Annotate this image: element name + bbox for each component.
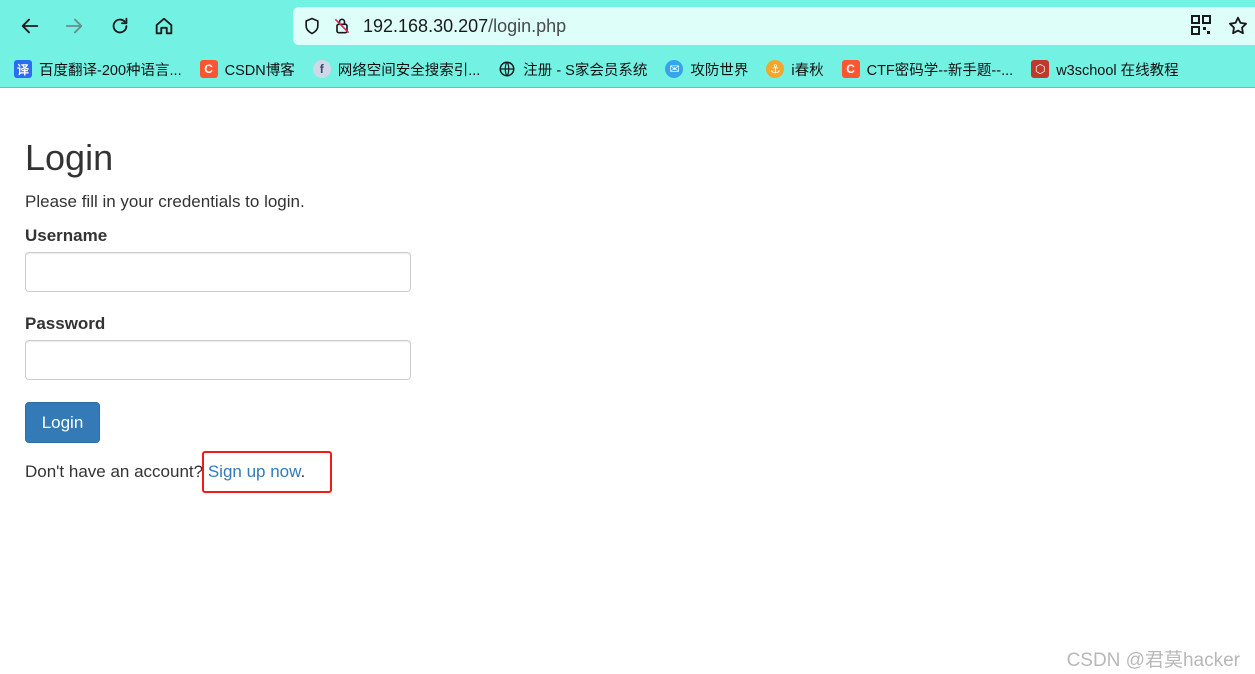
bookmark-item[interactable]: C CTF密码学--新手题--... xyxy=(841,59,1014,80)
bookmark-label: CTF密码学--新手题--... xyxy=(866,62,1014,79)
bookmark-label: 网络空间安全搜索引... xyxy=(337,62,481,79)
home-icon xyxy=(155,17,173,35)
red-highlight-box xyxy=(202,451,332,493)
w3school-icon: ⬡ xyxy=(1031,60,1050,78)
ichunqiu-icon: ⚓ xyxy=(766,60,785,78)
reload-icon xyxy=(112,17,128,34)
bookmark-label: 百度翻译-200种语言... xyxy=(39,62,182,79)
address-bar[interactable]: 192.168.30.207/login.php xyxy=(293,7,1255,45)
csdn-icon: C xyxy=(199,60,218,78)
forward-button[interactable] xyxy=(56,8,92,44)
username-label: Username xyxy=(25,226,108,245)
watermark: CSDN @君莫hacker xyxy=(1066,650,1240,671)
username-input[interactable] xyxy=(25,252,411,292)
fofa-icon: f xyxy=(312,60,331,78)
login-button[interactable]: Login xyxy=(25,402,100,443)
bookmark-item[interactable]: C CSDN博客 xyxy=(199,59,295,80)
qr-code-icon[interactable] xyxy=(1191,15,1211,42)
bookmark-item[interactable]: 注册 - S家会员系统 xyxy=(498,59,647,80)
page-subtitle: Please fill in your credentials to login… xyxy=(25,192,305,211)
url-text[interactable]: 192.168.30.207/login.php xyxy=(363,16,566,37)
csdn-icon: C xyxy=(841,60,860,78)
back-button[interactable] xyxy=(12,8,48,44)
baidu-translate-icon: 译 xyxy=(14,60,32,78)
arrow-right-icon xyxy=(65,18,83,34)
signup-prompt-text: Don't have an account? xyxy=(25,462,208,481)
bookmark-item[interactable]: 译百度翻译-200种语言... xyxy=(14,59,182,80)
home-button[interactable] xyxy=(146,8,182,44)
bookmark-item[interactable]: ⬡ w3school 在线教程 xyxy=(1031,59,1179,80)
url-host: 192.168.30.207 xyxy=(363,15,489,36)
bookmark-item[interactable]: ⚓ i春秋 xyxy=(766,59,824,80)
shield-icon[interactable] xyxy=(301,15,323,37)
bookmark-label: i春秋 xyxy=(791,62,824,79)
bookmark-label: w3school 在线教程 xyxy=(1056,62,1179,79)
bookmark-item[interactable]: f 网络空间安全搜索引... xyxy=(312,59,481,80)
browser-chrome: 192.168.30.207/login.php 译百度翻译-200种语言...… xyxy=(0,0,1255,88)
bookmark-label: 攻防世界 xyxy=(690,62,749,79)
bookmark-item[interactable]: ✉ 攻防世界 xyxy=(665,59,748,80)
reload-button[interactable] xyxy=(102,8,138,44)
adworld-icon: ✉ xyxy=(665,60,684,78)
globe-icon xyxy=(498,60,516,78)
password-input[interactable] xyxy=(25,340,411,380)
insecure-lock-icon[interactable] xyxy=(331,15,353,37)
password-label: Password xyxy=(25,314,106,333)
url-path: /login.php xyxy=(488,15,567,36)
bookmark-label: 注册 - S家会员系统 xyxy=(523,62,648,79)
page-title: Login xyxy=(25,137,114,178)
bookmarks-bar: 译百度翻译-200种语言... C CSDN博客 f 网络空间安全搜索引... 注册 - … xyxy=(0,53,1255,85)
arrow-left-icon xyxy=(21,18,39,34)
bookmark-label: CSDN博客 xyxy=(224,62,295,79)
star-icon[interactable] xyxy=(1227,15,1249,42)
